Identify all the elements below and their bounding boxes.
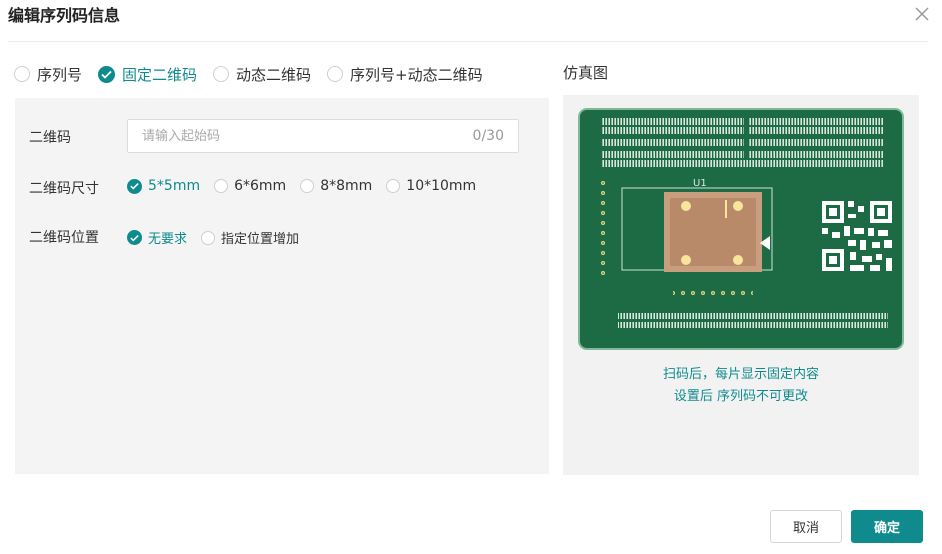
chip-u1 [664,192,770,272]
pcb-preview-image: U1 [578,108,904,350]
left-test-pads [598,178,608,278]
qr-position-label: 二维码位置 [29,230,99,246]
option-label: 10*10mm [406,178,477,194]
qr-size-radio-group: 5*5mm 6*6mm 8*8mm 10*10mm [127,178,490,194]
option-label: 指定位置增加 [221,232,300,247]
radio-unchecked-icon [300,179,315,193]
bottom-test-pads [673,286,753,296]
pcb-label-u1: U1 [693,178,707,189]
mode-label: 动态二维码 [236,65,312,84]
option-label: 8*8mm [320,178,373,194]
option-label: 5*5mm [148,178,201,194]
radio-checked-icon [127,230,142,245]
mode-dynamic-qr[interactable]: 动态二维码 [213,64,311,85]
preview-note-2: 设置后 序列码不可更改 [673,389,809,404]
qr-size-label: 二维码尺寸 [29,181,99,197]
mode-radio-group: 序列号 固定二维码 动态二维码 序列号+动态二维码 [14,63,499,85]
mode-label: 序列号+动态二维码 [350,65,483,84]
settings-panel: 二维码 0/30 二维码尺寸 5*5mm 6*6mm 8*8mm [15,98,549,474]
header-divider [8,41,928,42]
preview-panel: U1 扫码后，每片显示固定内容 设置后 序列码不可更改 [563,95,919,475]
mode-label: 固定二维码 [122,65,198,84]
qr-position-option-specified[interactable]: 指定位置增加 [201,228,299,247]
qr-size-option-6mm[interactable]: 6*6mm [214,178,286,194]
qr-code-label: 二维码 [29,130,71,146]
radio-unchecked-icon [14,66,30,82]
cancel-button[interactable]: 取消 [770,510,842,543]
dialog-title: 编辑序列码信息 [8,6,121,25]
mode-fixed-qr[interactable]: 固定二维码 [98,64,197,85]
preview-note-1: 扫码后，每片显示固定内容 [662,367,819,382]
option-label: 无要求 [148,232,188,247]
radio-checked-icon [127,178,142,194]
radio-unchecked-icon [386,179,401,193]
radio-unchecked-icon [327,66,344,82]
option-label: 6*6mm [234,178,287,194]
radio-unchecked-icon [214,179,229,193]
qr-code-input[interactable] [128,120,462,152]
confirm-button[interactable]: 确定 [851,510,923,543]
mode-serial-number[interactable]: 序列号 [14,64,82,85]
mode-label: 序列号 [37,65,83,84]
radio-checked-icon [98,65,116,83]
mode-serial-dynamic-qr[interactable]: 序列号+动态二维码 [327,64,483,85]
radio-unchecked-icon [213,66,230,82]
close-icon[interactable] [912,4,932,24]
qr-size-option-10mm[interactable]: 10*10mm [386,178,476,194]
qr-size-option-8mm[interactable]: 8*8mm [300,178,372,194]
qr-code-input-wrapper: 0/30 [127,119,519,153]
qr-position-radio-group: 无要求 指定位置增加 [127,228,313,247]
radio-unchecked-icon [201,230,216,245]
char-counter: 0/30 [472,128,504,144]
qr-size-option-5mm[interactable]: 5*5mm [127,178,200,194]
qr-position-option-none[interactable]: 无要求 [127,228,187,247]
preview-title: 仿真图 [563,64,609,82]
